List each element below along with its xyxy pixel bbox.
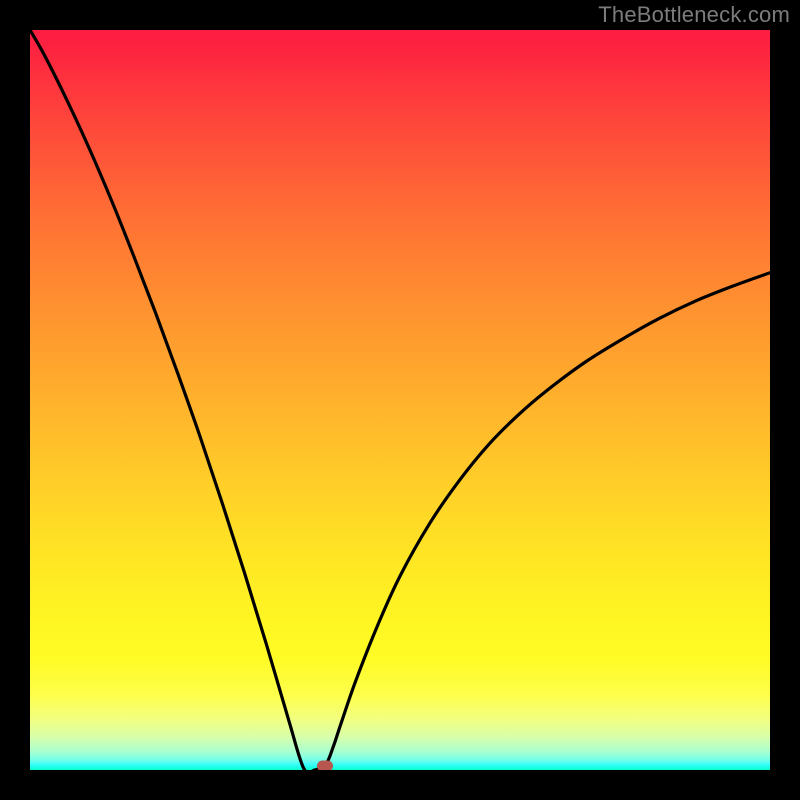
watermark-text: TheBottleneck.com [598, 2, 790, 28]
chart-frame: TheBottleneck.com [0, 0, 800, 800]
plot-area [30, 30, 770, 770]
curve-path [30, 30, 770, 770]
bottleneck-curve [30, 30, 770, 770]
optimum-marker [317, 760, 333, 770]
